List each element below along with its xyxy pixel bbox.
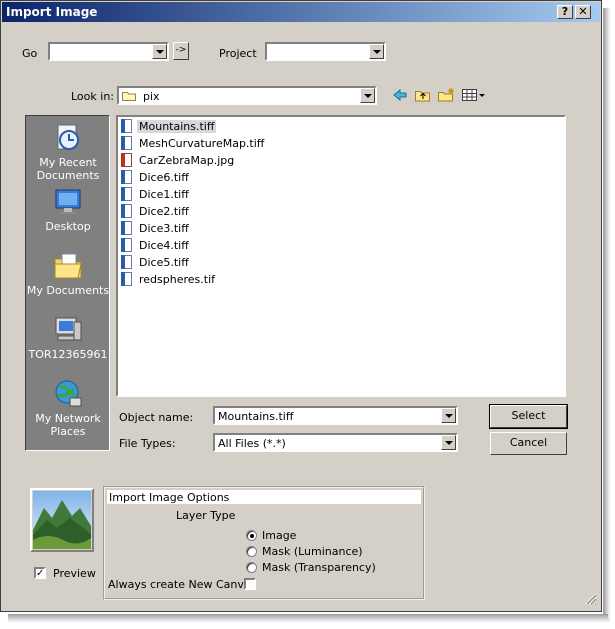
places-item-desktop[interactable]: Desktop (26, 186, 110, 233)
file-types-label: File Types: (119, 437, 176, 450)
chevron-down-icon[interactable] (441, 408, 456, 423)
desktop-icon (52, 186, 84, 218)
file-name: Dice3.tiff (139, 222, 189, 235)
chevron-down-icon[interactable] (152, 44, 167, 59)
look-in-value: pix (143, 90, 160, 103)
back-arrow-icon[interactable] (393, 88, 407, 102)
tiff-file-icon (121, 221, 132, 235)
file-name: Dice4.tiff (139, 239, 189, 252)
chevron-down-icon[interactable] (369, 44, 384, 59)
file-name: Mountains.tiff (137, 120, 217, 133)
look-in-combobox[interactable]: pix (117, 86, 377, 105)
places-item-computer[interactable]: TOR12365961 (26, 314, 110, 361)
object-name-label: Object name: (119, 411, 194, 424)
resize-grip-icon[interactable] (583, 591, 597, 605)
object-name-combobox[interactable]: Mountains.tiff (213, 406, 458, 425)
select-button[interactable]: Select (489, 404, 568, 429)
places-label-network: My Network Places (35, 412, 101, 438)
file-name: Dice5.tiff (139, 256, 189, 269)
import-image-dialog: Import Image ? ✕ Go -> Project Look in: … (0, 0, 602, 612)
object-name-value: Mountains.tiff (218, 410, 294, 423)
network-places-icon (52, 378, 84, 410)
chevron-down-icon[interactable] (360, 88, 375, 103)
tiff-file-icon (121, 187, 132, 201)
layer-type-mask-transparency-label: Mask (Transparency) (262, 561, 376, 574)
places-item-recent[interactable]: My Recent Documents (26, 122, 110, 182)
cancel-button[interactable]: Cancel (490, 432, 567, 455)
chevron-down-icon[interactable] (441, 435, 456, 450)
preview-thumbnail (30, 488, 94, 552)
places-item-my-documents[interactable]: My Documents (26, 250, 110, 297)
close-button[interactable]: ✕ (575, 5, 591, 19)
window-title: Import Image (6, 5, 98, 19)
places-label-recent: My Recent Documents (36, 156, 100, 182)
new-canvas-checkbox[interactable] (244, 578, 256, 590)
recent-documents-icon (52, 122, 84, 154)
places-label-desktop: Desktop (45, 220, 91, 233)
layer-type-label: Layer Type (176, 509, 236, 522)
my-documents-icon (52, 250, 84, 282)
title-bar[interactable]: Import Image ? ✕ (2, 2, 600, 22)
import-options-header: Import Image Options (107, 490, 421, 504)
preview-label: Preview (53, 567, 96, 580)
project-label: Project (219, 47, 257, 60)
layer-type-mask-luminance-label: Mask (Luminance) (262, 545, 363, 558)
look-in-label: Look in: (71, 90, 114, 103)
tiff-file-icon (121, 238, 132, 252)
file-name: Dice6.tiff (139, 171, 189, 184)
folder-icon (122, 90, 136, 101)
layer-type-mask-transparency-radio[interactable] (246, 562, 257, 573)
new-canvas-label: Always create New Canvas (108, 578, 257, 591)
places-label-computer: TOR12365961 (28, 348, 108, 361)
tiff-file-icon (121, 204, 132, 218)
go-combobox[interactable] (48, 42, 169, 61)
go-label: Go (22, 47, 38, 60)
tiff-file-icon (121, 255, 132, 269)
places-item-network[interactable]: My Network Places (26, 378, 110, 438)
file-types-combobox[interactable]: All Files (*.*) (213, 433, 458, 452)
places-bar: My Recent Documents Desktop My Documents… (25, 115, 110, 451)
file-list[interactable]: Mountains.tiff MeshCurvatureMap.tiff CarZe… (116, 115, 566, 397)
checkmark-icon: ✓ (36, 568, 45, 579)
tiff-file-icon (121, 136, 132, 150)
project-combobox[interactable] (265, 42, 386, 61)
computer-icon (52, 314, 84, 346)
layer-type-image-label: Image (262, 529, 297, 542)
tiff-file-icon (121, 272, 132, 286)
file-name: Dice1.tiff (139, 188, 189, 201)
layer-type-mask-luminance-radio[interactable] (246, 546, 257, 557)
file-types-value: All Files (*.*) (218, 437, 286, 450)
window-shadow-right (603, 8, 611, 622)
help-button[interactable]: ? (557, 5, 573, 19)
places-label-my-documents: My Documents (26, 284, 110, 297)
file-name: MeshCurvatureMap.tiff (139, 137, 265, 150)
new-folder-icon[interactable] (438, 87, 455, 102)
view-menu-icon[interactable] (462, 89, 486, 101)
window-shadow-bottom (8, 614, 608, 623)
import-options-title: Import Image Options (109, 491, 230, 504)
tiff-file-icon (121, 170, 132, 184)
preview-checkbox[interactable]: ✓ (34, 567, 46, 579)
go-arrow-button[interactable]: -> (173, 42, 189, 60)
layer-type-image-radio[interactable] (246, 530, 257, 541)
jpg-file-icon (121, 153, 132, 167)
tiff-file-icon (121, 119, 132, 133)
file-name: Dice2.tiff (139, 205, 189, 218)
up-folder-icon[interactable] (415, 87, 431, 102)
file-name: CarZebraMap.jpg (139, 154, 235, 167)
file-name: redspheres.tif (139, 273, 216, 286)
